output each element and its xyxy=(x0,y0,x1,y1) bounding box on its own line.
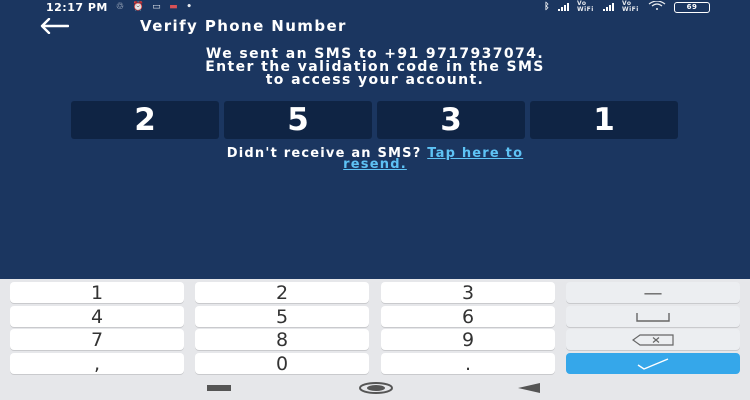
numeric-keyboard: 1 2 3 — 4 5 6 7 8 9 , 0 . xyxy=(0,279,750,377)
back-arrow-icon[interactable] xyxy=(38,16,70,36)
code-digit-1[interactable]: 2 xyxy=(71,101,219,139)
resend-prompt: Didn't receive an SMS? Tap here to resen… xyxy=(0,146,750,172)
recents-icon[interactable] xyxy=(207,380,231,396)
volte-wifi-icon: Vo WiFi xyxy=(577,0,594,13)
status-left: 12:17 PM ♲ ⏰ ▭ ▬ • xyxy=(46,1,192,14)
key-4[interactable]: 4 xyxy=(10,306,184,328)
key-period[interactable]: . xyxy=(381,353,555,375)
key-1[interactable]: 1 xyxy=(10,282,184,304)
key-0[interactable]: 0 xyxy=(195,353,369,375)
space-icon xyxy=(636,312,670,322)
dot-icon: • xyxy=(186,2,193,12)
notification-icon: ♲ xyxy=(115,2,125,12)
key-9[interactable]: 9 xyxy=(381,329,555,351)
system-navbar xyxy=(0,377,750,400)
volte-wifi-icon: Vo WiFi xyxy=(622,0,639,13)
backspace-icon xyxy=(632,333,674,346)
home-icon[interactable] xyxy=(358,380,394,396)
app-header: Verify Phone Number xyxy=(0,14,750,38)
status-time: 12:17 PM xyxy=(46,0,108,14)
code-digit-2[interactable]: 5 xyxy=(224,101,372,139)
alarm-icon: ⏰ xyxy=(132,2,145,12)
status-right: ᛒ Vo WiFi Vo WiFi 69 xyxy=(544,0,710,13)
resend-link[interactable]: Tap here to xyxy=(427,146,523,161)
code-digit-4[interactable]: 1 xyxy=(530,101,678,139)
wifi-icon xyxy=(648,0,666,13)
checkmark-icon xyxy=(637,357,669,370)
page-title: Verify Phone Number xyxy=(140,17,347,35)
app-icon: ▬ xyxy=(169,2,179,12)
key-7[interactable]: 7 xyxy=(10,329,184,351)
sms-message: We sent an SMS to +91 9717937074. Enter … xyxy=(0,47,750,88)
battery-icon: 69 xyxy=(674,1,710,13)
signal-icon xyxy=(558,3,569,11)
key-dash[interactable]: — xyxy=(566,282,740,304)
status-bar: 12:17 PM ♲ ⏰ ▭ ▬ • ᛒ Vo WiFi Vo WiFi 69 xyxy=(0,0,750,14)
back-icon[interactable] xyxy=(518,380,540,396)
bluetooth-icon: ᛒ xyxy=(544,2,550,12)
message-line-3: to access your account. xyxy=(265,72,485,88)
key-comma[interactable]: , xyxy=(10,353,184,375)
backspace-key[interactable] xyxy=(566,329,740,350)
space-key[interactable] xyxy=(566,306,740,327)
message-icon: ▭ xyxy=(152,2,162,12)
key-5[interactable]: 5 xyxy=(195,306,369,328)
resend-link-cont[interactable]: resend. xyxy=(343,157,407,172)
signal-icon xyxy=(603,3,614,11)
battery-level: 69 xyxy=(686,2,698,11)
verify-phone-screen: 12:17 PM ♲ ⏰ ▭ ▬ • ᛒ Vo WiFi Vo WiFi 69 xyxy=(0,0,750,279)
key-2[interactable]: 2 xyxy=(195,282,369,304)
code-digit-3[interactable]: 3 xyxy=(377,101,525,139)
key-8[interactable]: 8 xyxy=(195,329,369,351)
key-6[interactable]: 6 xyxy=(381,306,555,328)
done-key[interactable] xyxy=(566,353,740,374)
key-3[interactable]: 3 xyxy=(381,282,555,304)
code-inputs: 2 5 3 1 xyxy=(71,101,678,139)
